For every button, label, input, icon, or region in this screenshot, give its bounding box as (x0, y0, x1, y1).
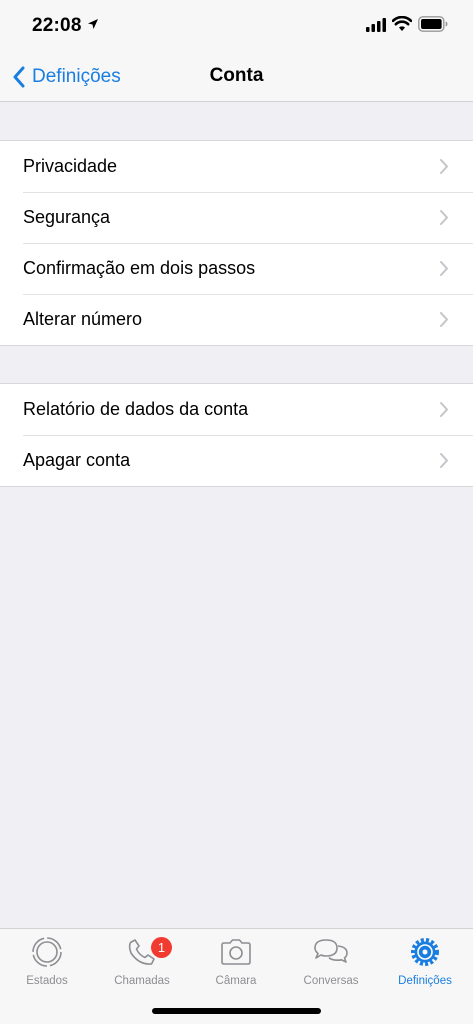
tab-definicoes[interactable]: Definições (378, 935, 472, 987)
status-time: 22:08 (32, 15, 82, 36)
chevron-right-icon (440, 159, 448, 174)
row-privacy[interactable]: Privacidade (0, 141, 473, 192)
row-label: Alterar número (23, 309, 143, 329)
tab-estados[interactable]: Estados (0, 935, 94, 987)
row-label: Confirmação em dois passos (23, 258, 256, 278)
chevron-right-icon (440, 312, 448, 327)
row-change-number[interactable]: Alterar número (0, 294, 473, 345)
row-label: Apagar conta (23, 450, 131, 470)
row-two-step-verification[interactable]: Confirmação em dois passos (0, 243, 473, 294)
settings-group-account: Privacidade Segurança Confirmação em doi… (0, 140, 473, 346)
navigation-bar: Definições Conta (0, 52, 473, 102)
status-bar: 22:08 (0, 0, 473, 52)
row-label: Relatório de dados da conta (23, 399, 249, 419)
row-account-data-report[interactable]: Relatório de dados da conta (0, 384, 473, 435)
row-delete-account[interactable]: Apagar conta (0, 435, 473, 486)
row-label: Privacidade (23, 156, 118, 176)
missed-calls-badge: 1 (151, 937, 172, 958)
home-indicator (152, 1008, 321, 1014)
settings-group-data: Relatório de dados da conta Apagar conta (0, 383, 473, 487)
cellular-signal-icon (366, 18, 386, 32)
tab-label: Estados (26, 975, 68, 987)
status-ring-icon (32, 937, 62, 967)
location-arrow-icon (88, 19, 98, 29)
row-label: Segurança (23, 207, 111, 227)
chevron-right-icon (440, 402, 448, 417)
chevron-right-icon (440, 261, 448, 276)
chevron-right-icon (440, 453, 448, 468)
tab-label: Conversas (303, 975, 359, 987)
chat-bubbles-icon (314, 939, 348, 963)
battery-icon (418, 16, 448, 32)
tab-label: Câmara (215, 975, 257, 987)
chevron-right-icon (440, 210, 448, 225)
wifi-icon (392, 16, 412, 31)
camera-icon (221, 939, 251, 965)
row-security[interactable]: Segurança (0, 192, 473, 243)
tab-camara[interactable]: Câmara (189, 935, 283, 987)
page-title: Conta (209, 65, 264, 86)
tab-chamadas[interactable]: 1 Chamadas (95, 935, 189, 987)
tab-label: Chamadas (114, 975, 170, 987)
tab-conversas[interactable]: Conversas (284, 935, 378, 987)
gear-icon (411, 938, 439, 966)
tab-label: Definições (398, 975, 452, 987)
